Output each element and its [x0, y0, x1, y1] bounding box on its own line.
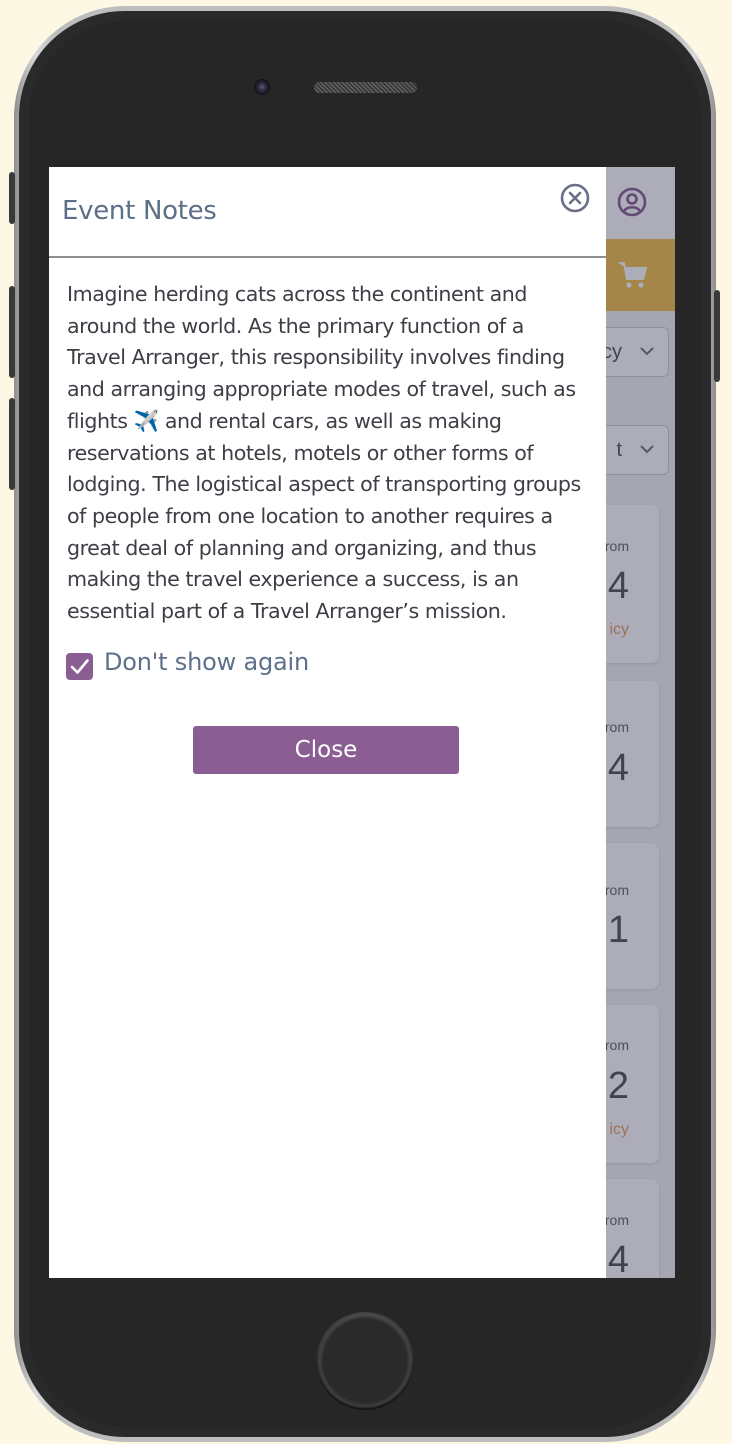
modal-header: Event Notes [49, 167, 606, 258]
volume-down-button [9, 398, 15, 490]
dont-show-again-label[interactable]: Don't show again [104, 648, 309, 676]
notes-text-part-2: and rental cars, as well as making reser… [67, 408, 581, 624]
home-button[interactable] [316, 1312, 414, 1410]
event-notes-modal: Event Notes Imagine herding cats across … [49, 167, 606, 1278]
modal-title: Event Notes [62, 196, 217, 226]
airplane-emoji: ✈️ [133, 408, 160, 433]
screen: cy t rom 74 icy rom 4 rom 1 rom 2 icy ro… [49, 167, 675, 1278]
check-icon [70, 659, 89, 674]
event-notes-text: Imagine herding cats across the continen… [67, 279, 583, 628]
close-button[interactable]: Close [193, 726, 459, 774]
circle-x-icon[interactable] [560, 183, 590, 213]
power-button [714, 290, 720, 382]
earpiece-speaker [314, 82, 417, 93]
volume-up-button [9, 286, 15, 378]
mute-switch [9, 172, 15, 224]
front-camera [254, 79, 270, 95]
dont-show-again-checkbox[interactable] [66, 653, 93, 680]
